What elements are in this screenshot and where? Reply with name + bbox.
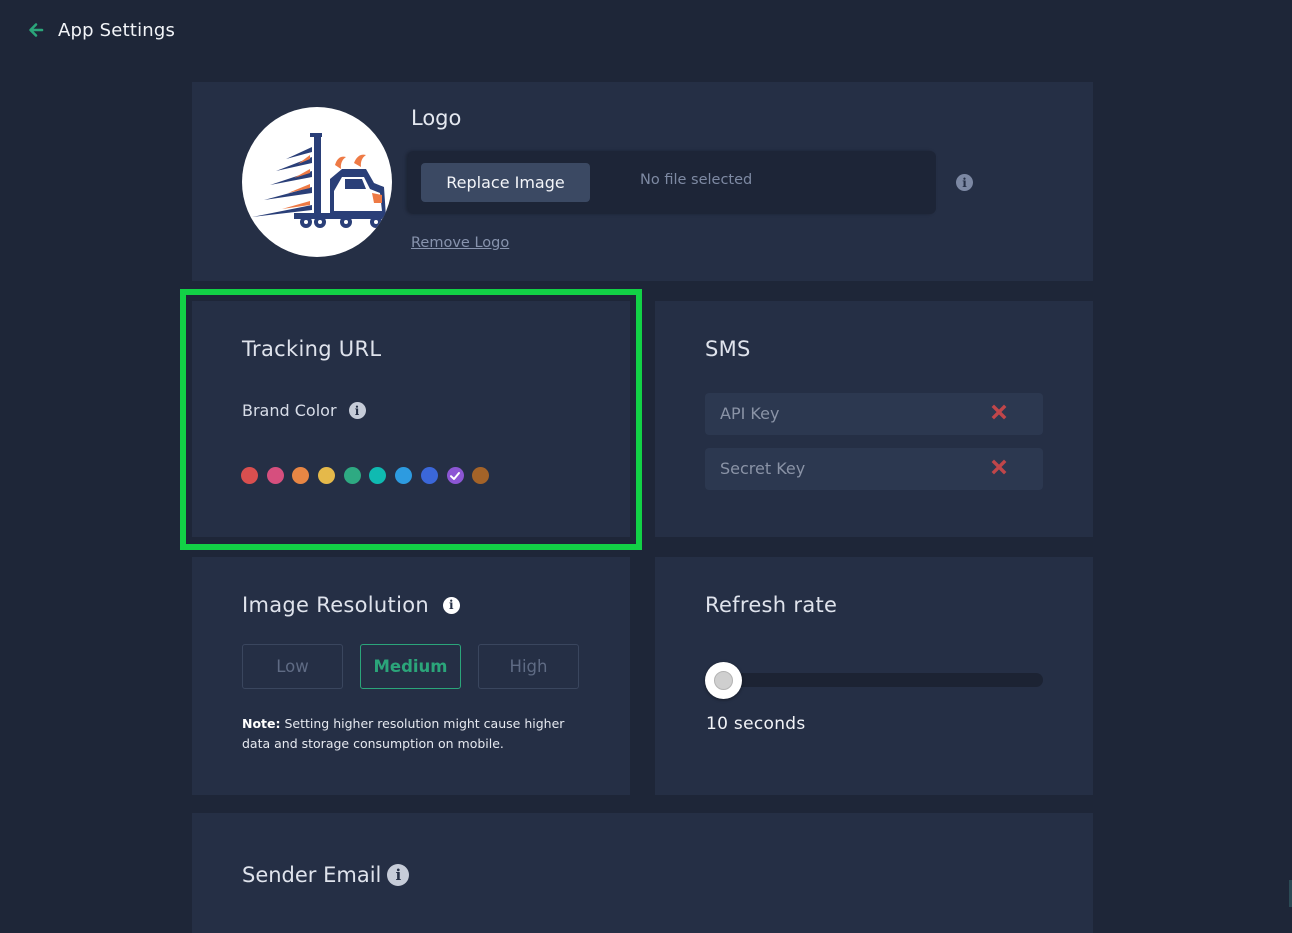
truck-logo xyxy=(242,107,392,257)
image-resolution-title: Image Resolution xyxy=(242,593,429,617)
secret-key-label: Secret Key xyxy=(720,459,806,478)
color-swatch-pink[interactable] xyxy=(266,467,284,484)
sender-email-panel: Sender Email i xyxy=(192,813,1093,933)
api-key-label: API Key xyxy=(720,404,780,423)
color-swatch-yellow[interactable] xyxy=(318,467,336,484)
info-icon[interactable]: i xyxy=(387,864,410,886)
note-label: Note: xyxy=(242,716,281,731)
close-x-icon[interactable] xyxy=(991,459,1007,475)
slider-thumb[interactable] xyxy=(705,661,742,699)
sender-email-heading: Sender Email i xyxy=(242,863,410,887)
brand-color-label: Brand Color i xyxy=(242,401,366,420)
resolution-note: Note: Setting higher resolution might ca… xyxy=(242,714,572,754)
refresh-rate-value: 10 seconds xyxy=(706,714,806,734)
image-resolution-heading: Image Resolution i xyxy=(242,593,460,617)
color-swatch-orange[interactable] xyxy=(292,467,310,484)
brand-color-swatches xyxy=(241,467,490,484)
resolution-options: Low Medium High xyxy=(242,644,579,689)
note-text: Setting higher resolution might cause hi… xyxy=(242,716,565,751)
info-icon[interactable]: i xyxy=(442,596,460,614)
tracking-url-title: Tracking URL xyxy=(242,337,382,361)
color-swatch-sky-blue[interactable] xyxy=(395,467,413,484)
page-title: App Settings xyxy=(58,19,176,41)
color-swatch-purple[interactable] xyxy=(446,467,464,484)
color-swatch-brown[interactable] xyxy=(472,467,490,484)
logo-panel: Logo Replace Image No file selected i Re… xyxy=(192,82,1093,281)
sender-email-title: Sender Email xyxy=(242,863,382,887)
resolution-medium-button[interactable]: Medium xyxy=(360,644,461,689)
file-status-text: No file selected xyxy=(640,172,753,188)
resolution-high-button[interactable]: High xyxy=(478,644,579,689)
slider-thumb-center xyxy=(714,670,733,690)
info-icon[interactable]: i xyxy=(956,174,973,191)
image-resolution-panel: Image Resolution i Low Medium High Note:… xyxy=(192,557,630,795)
check-icon xyxy=(450,471,460,480)
api-key-field[interactable]: API Key xyxy=(705,393,1043,435)
sms-panel: SMS API Key Secret Key xyxy=(655,301,1093,537)
brand-color-text: Brand Color xyxy=(242,401,337,420)
remove-logo-link[interactable]: Remove Logo xyxy=(411,235,509,251)
color-swatch-green[interactable] xyxy=(343,467,361,484)
sms-title: SMS xyxy=(705,337,751,361)
refresh-rate-title: Refresh rate xyxy=(705,593,838,617)
color-swatch-blue[interactable] xyxy=(420,467,438,484)
color-swatch-red[interactable] xyxy=(241,467,258,484)
close-x-icon[interactable] xyxy=(991,404,1007,420)
secret-key-field[interactable]: Secret Key xyxy=(705,448,1043,490)
refresh-rate-slider[interactable] xyxy=(705,661,1043,699)
tracking-url-panel: Tracking URL Brand Color i xyxy=(192,301,630,537)
refresh-rate-panel: Refresh rate 10 seconds xyxy=(655,557,1093,795)
resolution-low-button[interactable]: Low xyxy=(242,644,343,689)
info-icon[interactable]: i xyxy=(348,402,366,419)
replace-image-button[interactable]: Replace Image xyxy=(421,163,590,202)
color-swatch-teal[interactable] xyxy=(369,467,387,484)
file-input[interactable]: Replace Image No file selected xyxy=(408,151,936,214)
arrow-left-icon[interactable] xyxy=(26,20,46,40)
logo-section-title: Logo xyxy=(411,106,462,130)
page-header: App Settings xyxy=(26,16,175,44)
